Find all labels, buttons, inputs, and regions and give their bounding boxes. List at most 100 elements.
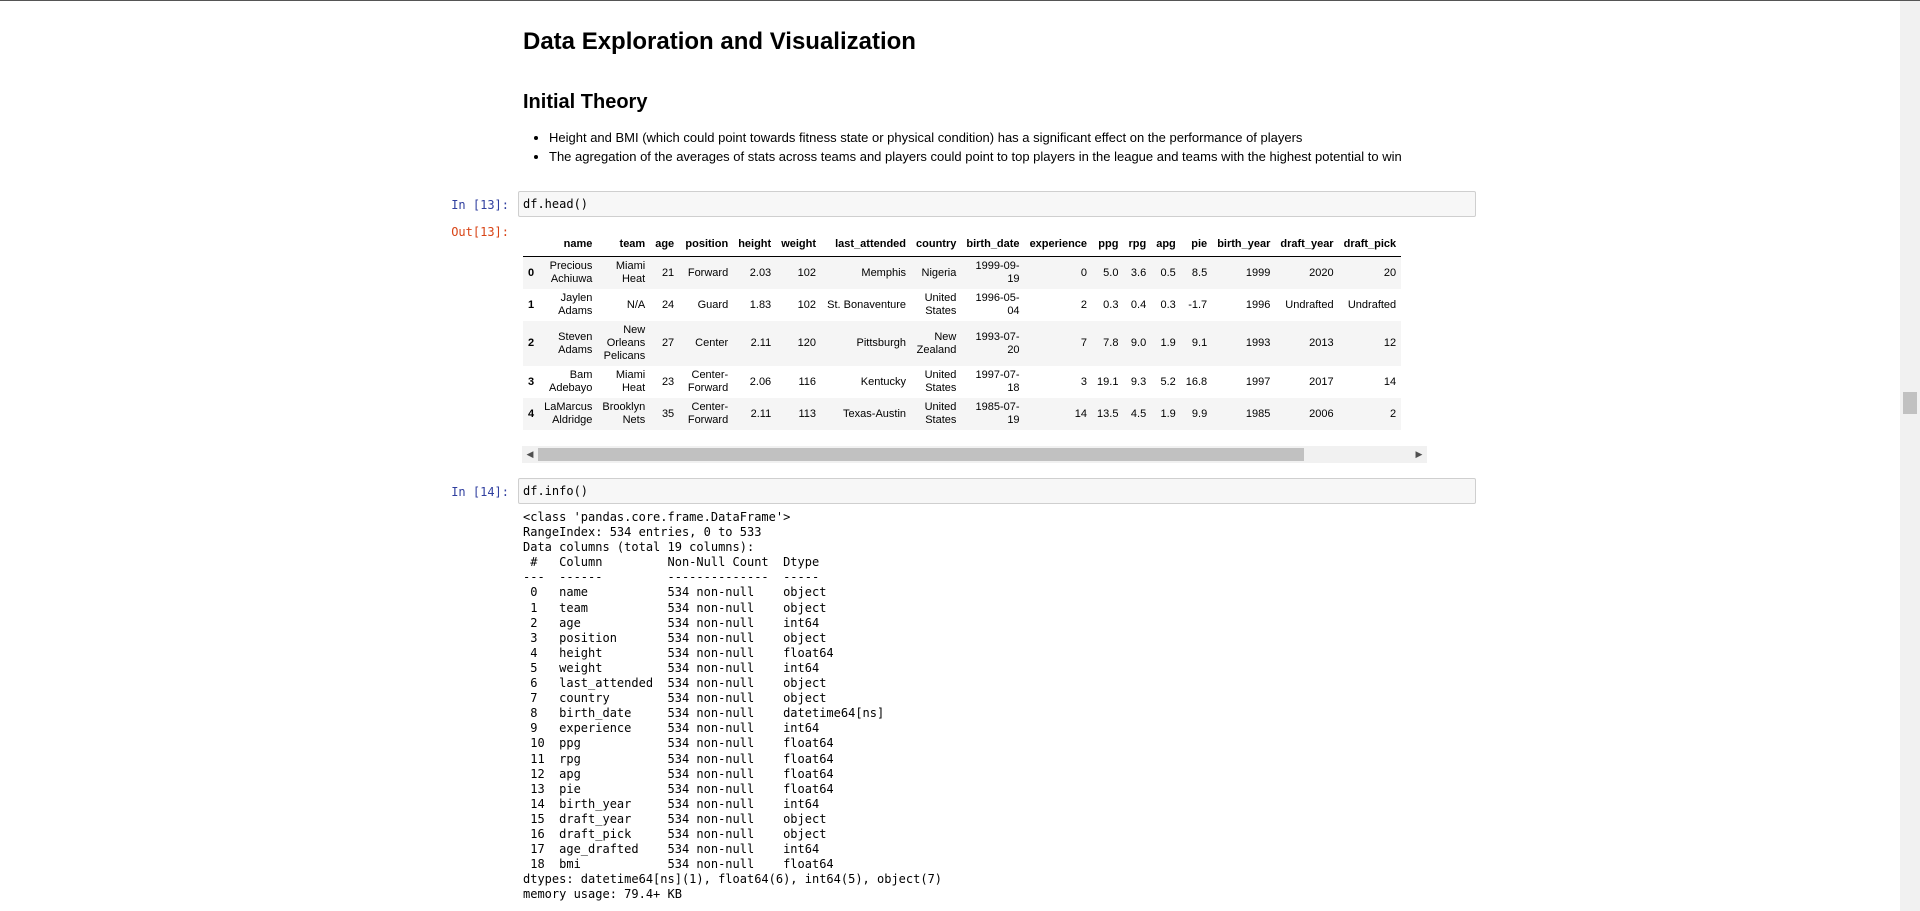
table-header-row: name team age position height weight last_atte… [523, 234, 1402, 257]
table-cell: 3.6 [1130, 266, 1147, 279]
table-cell: 9.0 [1130, 337, 1147, 349]
table-cell: 5.0 [1103, 266, 1119, 279]
table-cell: Guard [697, 298, 729, 311]
table-cell: 1.9 [1160, 407, 1176, 420]
table-cell: 102 [797, 266, 817, 279]
column-header: height [733, 234, 777, 257]
input-prompt: In [14]: [451, 485, 509, 499]
table-cell: N/A [626, 298, 646, 311]
table-cell: 3 [1080, 375, 1088, 388]
table-cell: 4.5 [1130, 407, 1147, 420]
table-cell: 1997-07-18 [975, 369, 1020, 394]
table-cell: -1.7 [1188, 298, 1208, 311]
table-cell: 2013 [1309, 337, 1334, 349]
table-cell: 2020 [1309, 266, 1334, 279]
table-cell: Memphis [861, 266, 907, 279]
table-cell: Texas-Austin [843, 407, 907, 420]
table-cell: 13.5 [1097, 407, 1119, 420]
output-prompt: Out[13]: [451, 225, 509, 239]
table-cell: 0 [1080, 266, 1088, 279]
table-cell: 102 [797, 298, 817, 311]
column-header: team [597, 234, 651, 257]
table-cell: Undrafted [1285, 298, 1334, 311]
table-cell: 14 [1074, 407, 1088, 420]
table-cell: Miami Heat [615, 369, 646, 394]
table-cell: 8.5 [1191, 266, 1208, 279]
code-cell-input[interactable]: df.info() [518, 478, 1476, 504]
dataframe-output: name team age position height weight last_atte… [523, 234, 1427, 442]
column-header: country [911, 234, 962, 257]
table-cell: United States [924, 292, 957, 317]
scroll-right-icon[interactable]: ▶ [1411, 446, 1427, 463]
table-cell: 1993-07-20 [975, 330, 1020, 356]
table-cell: 0.5 [1160, 266, 1176, 279]
table-cell: Pittsburgh [856, 337, 907, 349]
table-cell: New Orleans Pelicans [603, 324, 646, 362]
notebook: Data Exploration and Visualization Initi… [0, 1, 1900, 911]
table-cell: 113 [798, 407, 817, 420]
table-cell: 9.3 [1130, 375, 1147, 388]
table-cell: 120 [797, 337, 817, 349]
horizontal-scrollbar[interactable]: ◀ ▶ [522, 446, 1427, 463]
table-cell: 16.8 [1185, 375, 1208, 388]
table-cell: Undrafted [1347, 298, 1397, 311]
table-cell: Center-Forward [687, 369, 729, 394]
table-cell: LaMarcus Aldridge [544, 401, 593, 426]
table-cell: Jaylen Adams [558, 292, 593, 317]
table-cell: United States [924, 401, 957, 426]
page-title: Data Exploration and Visualization [523, 28, 916, 55]
column-header: weight [776, 234, 822, 257]
table-cell: 19.1 [1097, 375, 1119, 388]
table-cell: United States [924, 369, 957, 394]
table-cell: 2.11 [750, 337, 772, 349]
vertical-scrollbar[interactable] [1900, 1, 1920, 911]
row-index: 4 [528, 407, 535, 420]
table-cell: 5.2 [1160, 375, 1176, 388]
table-row: 2 Steven Adams New Orleans Pelicans 27 Cente… [523, 321, 1402, 366]
table-cell: 9.9 [1191, 407, 1208, 420]
table-cell: 1985 [1245, 407, 1271, 420]
code-cell-input[interactable]: df.head() [518, 191, 1476, 217]
table-cell: 1996 [1245, 298, 1271, 311]
table-cell: 2006 [1309, 407, 1334, 420]
table-cell: Kentucky [860, 375, 907, 388]
bullet-item: The agregation of the averages of stats … [549, 147, 1402, 166]
column-header: last_attended [821, 234, 912, 257]
table-cell: 24 [661, 298, 675, 311]
table-cell: 9.1 [1191, 337, 1208, 349]
table-cell: 2.11 [750, 407, 772, 420]
table-cell: Miami Heat [615, 260, 646, 285]
column-header: ppg [1092, 234, 1124, 257]
table-cell: 2 [1080, 298, 1088, 311]
table-cell: 35 [661, 407, 675, 420]
table-cell: 2 [1390, 407, 1397, 420]
table-cell: 2.03 [749, 266, 772, 279]
scroll-left-icon[interactable]: ◀ [522, 446, 538, 463]
column-header: apg [1151, 234, 1181, 257]
table-cell: Center-Forward [687, 401, 729, 426]
table-cell: Brooklyn Nets [602, 401, 646, 426]
column-header: position [679, 234, 734, 257]
row-index: 2 [528, 337, 535, 349]
scrollbar-thumb[interactable] [538, 448, 1304, 461]
table-cell: 14 [1383, 375, 1397, 388]
table-cell: 1999 [1245, 266, 1271, 279]
table-cell: 0.3 [1160, 298, 1176, 311]
table-cell: 1985-07-19 [975, 401, 1020, 426]
table-cell: 27 [661, 337, 675, 349]
table-cell: 21 [661, 266, 675, 279]
table-cell: 116 [798, 375, 817, 388]
scrollbar-thumb[interactable] [1903, 392, 1917, 414]
table-row: 3 Bam Adebayo Miami Heat 23 Center-Forward 2.… [523, 366, 1401, 398]
table-cell: 1.9 [1160, 337, 1176, 349]
column-header: age [650, 234, 680, 257]
table-cell: 12 [1383, 337, 1397, 349]
row-index: 1 [528, 298, 535, 311]
info-output: <class 'pandas.core.frame.DataFrame'> Ra… [523, 510, 943, 902]
input-prompt: In [13]: [451, 198, 509, 212]
dataframe-table: name team age position height weight last_atte… [523, 234, 1402, 430]
table-cell: 0.3 [1103, 298, 1119, 311]
table-cell: 2.06 [749, 375, 772, 388]
bullet-item: Height and BMI (which could point toward… [549, 128, 1402, 147]
row-index: 0 [528, 266, 535, 279]
